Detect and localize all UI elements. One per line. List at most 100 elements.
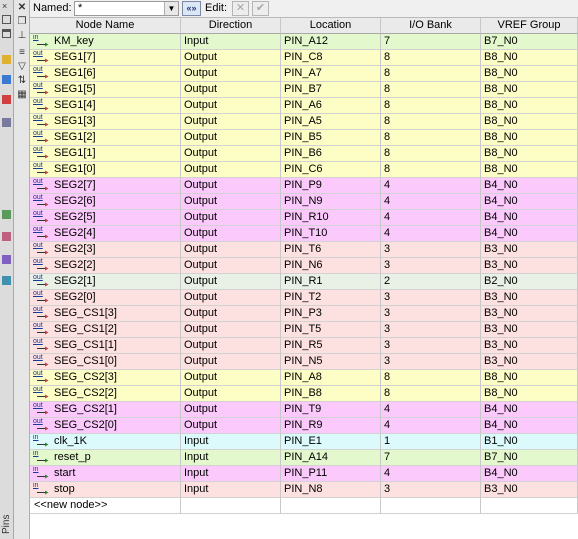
node-name-cell[interactable]: out SEG2[5] [30, 210, 181, 226]
close-icon[interactable]: × [2, 2, 11, 11]
apply-edit-button[interactable]: ✔ [252, 1, 269, 16]
node-name-cell[interactable]: in reset_p [30, 450, 181, 466]
direction-cell[interactable]: Output [181, 146, 281, 162]
table-row[interactable]: out SEG1[2] Output PIN_B5 8 B8_N0 [30, 130, 578, 146]
direction-cell[interactable]: Output [181, 210, 281, 226]
table-row[interactable]: in clk_1K Input PIN_E1 1 B1_N0 [30, 434, 578, 450]
location-cell[interactable]: PIN_T2 [281, 290, 381, 306]
node-name-cell[interactable]: in clk_1K [30, 434, 181, 450]
table-cell[interactable] [181, 498, 281, 514]
node-name-cell[interactable]: out SEG1[6] [30, 66, 181, 82]
io-bank-cell[interactable]: 7 [381, 34, 481, 50]
filter-view-icon[interactable]: ▽ [17, 62, 27, 72]
location-cell[interactable]: PIN_N9 [281, 194, 381, 210]
vref-group-cell[interactable]: B4_N0 [481, 178, 578, 194]
direction-cell[interactable]: Input [181, 466, 281, 482]
location-cell[interactable]: PIN_A8 [281, 370, 381, 386]
vref-group-cell[interactable]: B8_N0 [481, 66, 578, 82]
location-cell[interactable]: PIN_R5 [281, 338, 381, 354]
location-cell[interactable]: PIN_P11 [281, 466, 381, 482]
io-bank-cell[interactable]: 8 [381, 130, 481, 146]
io-bank-cell[interactable]: 8 [381, 66, 481, 82]
table-row[interactable]: out SEG_CS1[2] Output PIN_T5 3 B3_N0 [30, 322, 578, 338]
column-header-node-name[interactable]: Node Name [30, 18, 181, 34]
window-restore-icon[interactable]: ❐ [17, 17, 27, 27]
io-bank-cell[interactable]: 4 [381, 226, 481, 242]
location-cell[interactable]: PIN_A5 [281, 114, 381, 130]
column-header-direction[interactable]: Direction [181, 18, 281, 34]
vref-group-cell[interactable]: B8_N0 [481, 162, 578, 178]
pin-panel-icon[interactable]: ⊥ [17, 31, 27, 41]
settings-icon[interactable] [2, 276, 11, 285]
io-bank-cell[interactable]: 4 [381, 194, 481, 210]
node-name-cell[interactable]: out SEG_CS2[0] [30, 418, 181, 434]
report-icon[interactable] [2, 95, 11, 104]
table-row[interactable]: in reset_p Input PIN_A14 7 B7_N0 [30, 450, 578, 466]
export-icon[interactable] [2, 232, 11, 241]
io-bank-cell[interactable]: 8 [381, 98, 481, 114]
table-row[interactable]: out SEG1[0] Output PIN_C6 8 B8_N0 [30, 162, 578, 178]
vref-group-cell[interactable]: B3_N0 [481, 242, 578, 258]
dock-close-icon[interactable]: ✕ [17, 3, 27, 13]
direction-cell[interactable]: Input [181, 482, 281, 498]
vref-group-cell[interactable]: B3_N0 [481, 290, 578, 306]
io-bank-cell[interactable]: 4 [381, 402, 481, 418]
io-bank-cell[interactable]: 8 [381, 370, 481, 386]
direction-cell[interactable]: Output [181, 354, 281, 370]
node-name-cell[interactable]: out SEG1[5] [30, 82, 181, 98]
direction-cell[interactable]: Output [181, 370, 281, 386]
node-name-cell[interactable]: out SEG1[1] [30, 146, 181, 162]
io-bank-cell[interactable]: 8 [381, 50, 481, 66]
io-bank-cell[interactable]: 3 [381, 354, 481, 370]
io-bank-cell[interactable]: 8 [381, 114, 481, 130]
highlight-icon[interactable]: ▦ [17, 90, 27, 100]
location-cell[interactable]: PIN_A14 [281, 450, 381, 466]
direction-cell[interactable]: Output [181, 50, 281, 66]
table-row[interactable]: out SEG2[5] Output PIN_R10 4 B4_N0 [30, 210, 578, 226]
direction-cell[interactable]: Output [181, 290, 281, 306]
direction-cell[interactable]: Output [181, 274, 281, 290]
location-cell[interactable]: PIN_C8 [281, 50, 381, 66]
node-name-cell[interactable]: out SEG_CS2[1] [30, 402, 181, 418]
direction-cell[interactable]: Output [181, 226, 281, 242]
table-row[interactable]: out SEG2[4] Output PIN_T10 4 B4_N0 [30, 226, 578, 242]
table-cell[interactable] [281, 498, 381, 514]
location-cell[interactable]: PIN_B7 [281, 82, 381, 98]
io-bank-cell[interactable]: 3 [381, 242, 481, 258]
location-cell[interactable]: PIN_C6 [281, 162, 381, 178]
direction-cell[interactable]: Output [181, 402, 281, 418]
direction-cell[interactable]: Input [181, 34, 281, 50]
table-row[interactable]: out SEG_CS2[3] Output PIN_A8 8 B8_N0 [30, 370, 578, 386]
expand-filter-button[interactable]: «» [182, 1, 201, 16]
io-bank-cell[interactable]: 3 [381, 482, 481, 498]
io-bank-cell[interactable]: 2 [381, 274, 481, 290]
node-name-cell[interactable]: out SEG_CS1[0] [30, 354, 181, 370]
location-cell[interactable]: PIN_N8 [281, 482, 381, 498]
location-cell[interactable]: PIN_A12 [281, 34, 381, 50]
location-cell[interactable]: PIN_P9 [281, 178, 381, 194]
column-header-location[interactable]: Location [281, 18, 381, 34]
node-name-cell[interactable]: out SEG2[0] [30, 290, 181, 306]
io-bank-cell[interactable]: 4 [381, 178, 481, 194]
node-name-cell[interactable]: out SEG2[3] [30, 242, 181, 258]
vref-group-cell[interactable]: B8_N0 [481, 386, 578, 402]
direction-cell[interactable]: Output [181, 194, 281, 210]
restore-icon[interactable] [2, 15, 11, 24]
node-name-cell[interactable]: in stop [30, 482, 181, 498]
table-row[interactable]: out SEG2[2] Output PIN_N6 3 B3_N0 [30, 258, 578, 274]
direction-cell[interactable]: Input [181, 434, 281, 450]
vref-group-cell[interactable]: B4_N0 [481, 194, 578, 210]
table-row[interactable]: out SEG1[7] Output PIN_C8 8 B8_N0 [30, 50, 578, 66]
new-node-row[interactable]: <<new node>> [30, 498, 578, 514]
flow-icon[interactable] [2, 55, 11, 64]
node-name-cell[interactable]: out SEG2[6] [30, 194, 181, 210]
io-bank-cell[interactable]: 3 [381, 306, 481, 322]
location-cell[interactable]: PIN_P3 [281, 306, 381, 322]
node-name-cell[interactable]: out SEG1[4] [30, 98, 181, 114]
node-name-cell[interactable]: out SEG2[7] [30, 178, 181, 194]
io-bank-cell[interactable]: 7 [381, 450, 481, 466]
vref-group-cell[interactable]: B1_N0 [481, 434, 578, 450]
vref-group-cell[interactable]: B8_N0 [481, 130, 578, 146]
table-row[interactable]: out SEG_CS2[0] Output PIN_R9 4 B4_N0 [30, 418, 578, 434]
direction-cell[interactable]: Output [181, 98, 281, 114]
